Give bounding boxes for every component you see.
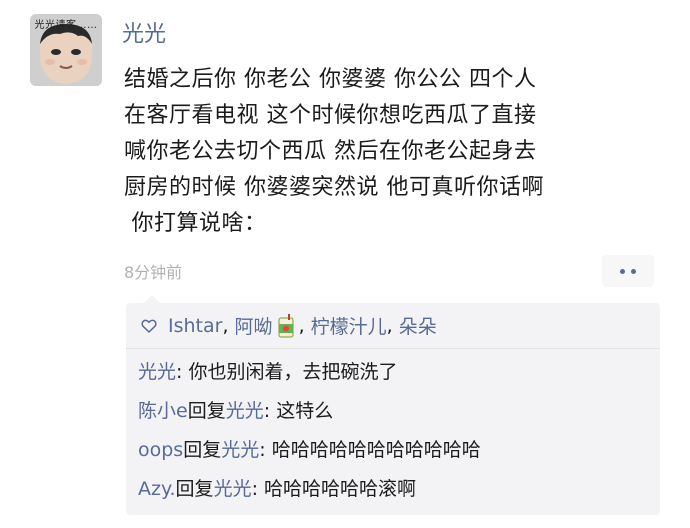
comment-item[interactable]: oops回复光光: 哈哈哈哈哈哈哈哈哈哈哈	[138, 437, 481, 463]
like-separator: ,	[222, 314, 235, 337]
comment-item[interactable]: 陈小e回复光光: 这特么	[138, 398, 333, 424]
comment-author[interactable]: oops	[138, 439, 183, 461]
more-dots-icon	[631, 268, 636, 274]
avatar-caption: 光光请客……	[34, 20, 98, 31]
comment-colon: :	[251, 478, 265, 500]
more-dots-icon	[620, 268, 625, 274]
comment-reply-word: 回复	[175, 478, 214, 500]
post-author[interactable]: 光光	[122, 16, 166, 48]
comment-text: 这特么	[276, 400, 334, 422]
comment-reply-to[interactable]: 光光	[226, 400, 264, 422]
comment-text: 哈哈哈哈哈哈哈哈哈哈哈	[271, 439, 481, 461]
comment-item[interactable]: Azy.回复光光: 哈哈哈哈哈哈滚啊	[138, 476, 416, 502]
juice-box-emoji-icon	[278, 313, 294, 337]
comment-text: 你也别闲着，去把碗洗了	[188, 361, 398, 383]
comment-colon: :	[176, 361, 189, 383]
comment-item[interactable]: 光光: 你也别闲着，去把碗洗了	[138, 359, 397, 385]
likes-row: Ishtar , 阿呦 , 柠檬汁儿 , 朵朵	[126, 303, 660, 349]
comment-reply-to[interactable]: 光光	[221, 439, 259, 461]
like-name[interactable]: 朵朵	[399, 312, 437, 339]
like-separator: ,	[298, 314, 311, 337]
post-text-line: 厨房的时候 你婆婆突然说 他可真听你话啊	[124, 175, 544, 200]
post-text-line: 喊你老公去切个西瓜 然后在你老公起身去	[124, 139, 537, 164]
post-text: 结婚之后你 你老公 你婆婆 你公公 四个人 在客厅看电视 这个时候你想吃西瓜了直…	[124, 62, 664, 242]
comment-reply-to[interactable]: 光光	[214, 478, 252, 500]
post-text-line: 你打算说啥：	[124, 211, 267, 236]
more-dots-button[interactable]	[602, 255, 654, 287]
like-name[interactable]: Ishtar	[168, 315, 222, 337]
like-name[interactable]: 柠檬汁儿	[311, 312, 387, 339]
comments-panel: Ishtar , 阿呦 , 柠檬汁儿 , 朵朵 光光: 你也别闲着，去把碗洗了 …	[126, 295, 660, 515]
like-separator: ,	[386, 314, 399, 337]
like-name[interactable]: 阿呦	[235, 312, 273, 339]
post-text-line: 在客厅看电视 这个时候你想吃西瓜了直接	[124, 103, 537, 128]
comment-author[interactable]: Azy.	[138, 478, 176, 500]
comment-reply-word: 回复	[187, 400, 226, 422]
heart-outline-icon	[141, 319, 157, 333]
post-text-line: 结婚之后你 你老公 你婆婆 你公公 四个人	[124, 67, 537, 92]
comment-author[interactable]: 光光	[138, 361, 176, 383]
avatar[interactable]: 光光请客……	[30, 14, 102, 86]
comment-colon: :	[263, 400, 277, 422]
comment-author[interactable]: 陈小e	[138, 400, 188, 422]
post-time: 8分钟前	[124, 263, 183, 282]
comment-reply-word: 回复	[183, 439, 222, 461]
comment-colon: :	[259, 439, 272, 461]
comment-text: 哈哈哈哈哈哈滚啊	[264, 478, 417, 500]
